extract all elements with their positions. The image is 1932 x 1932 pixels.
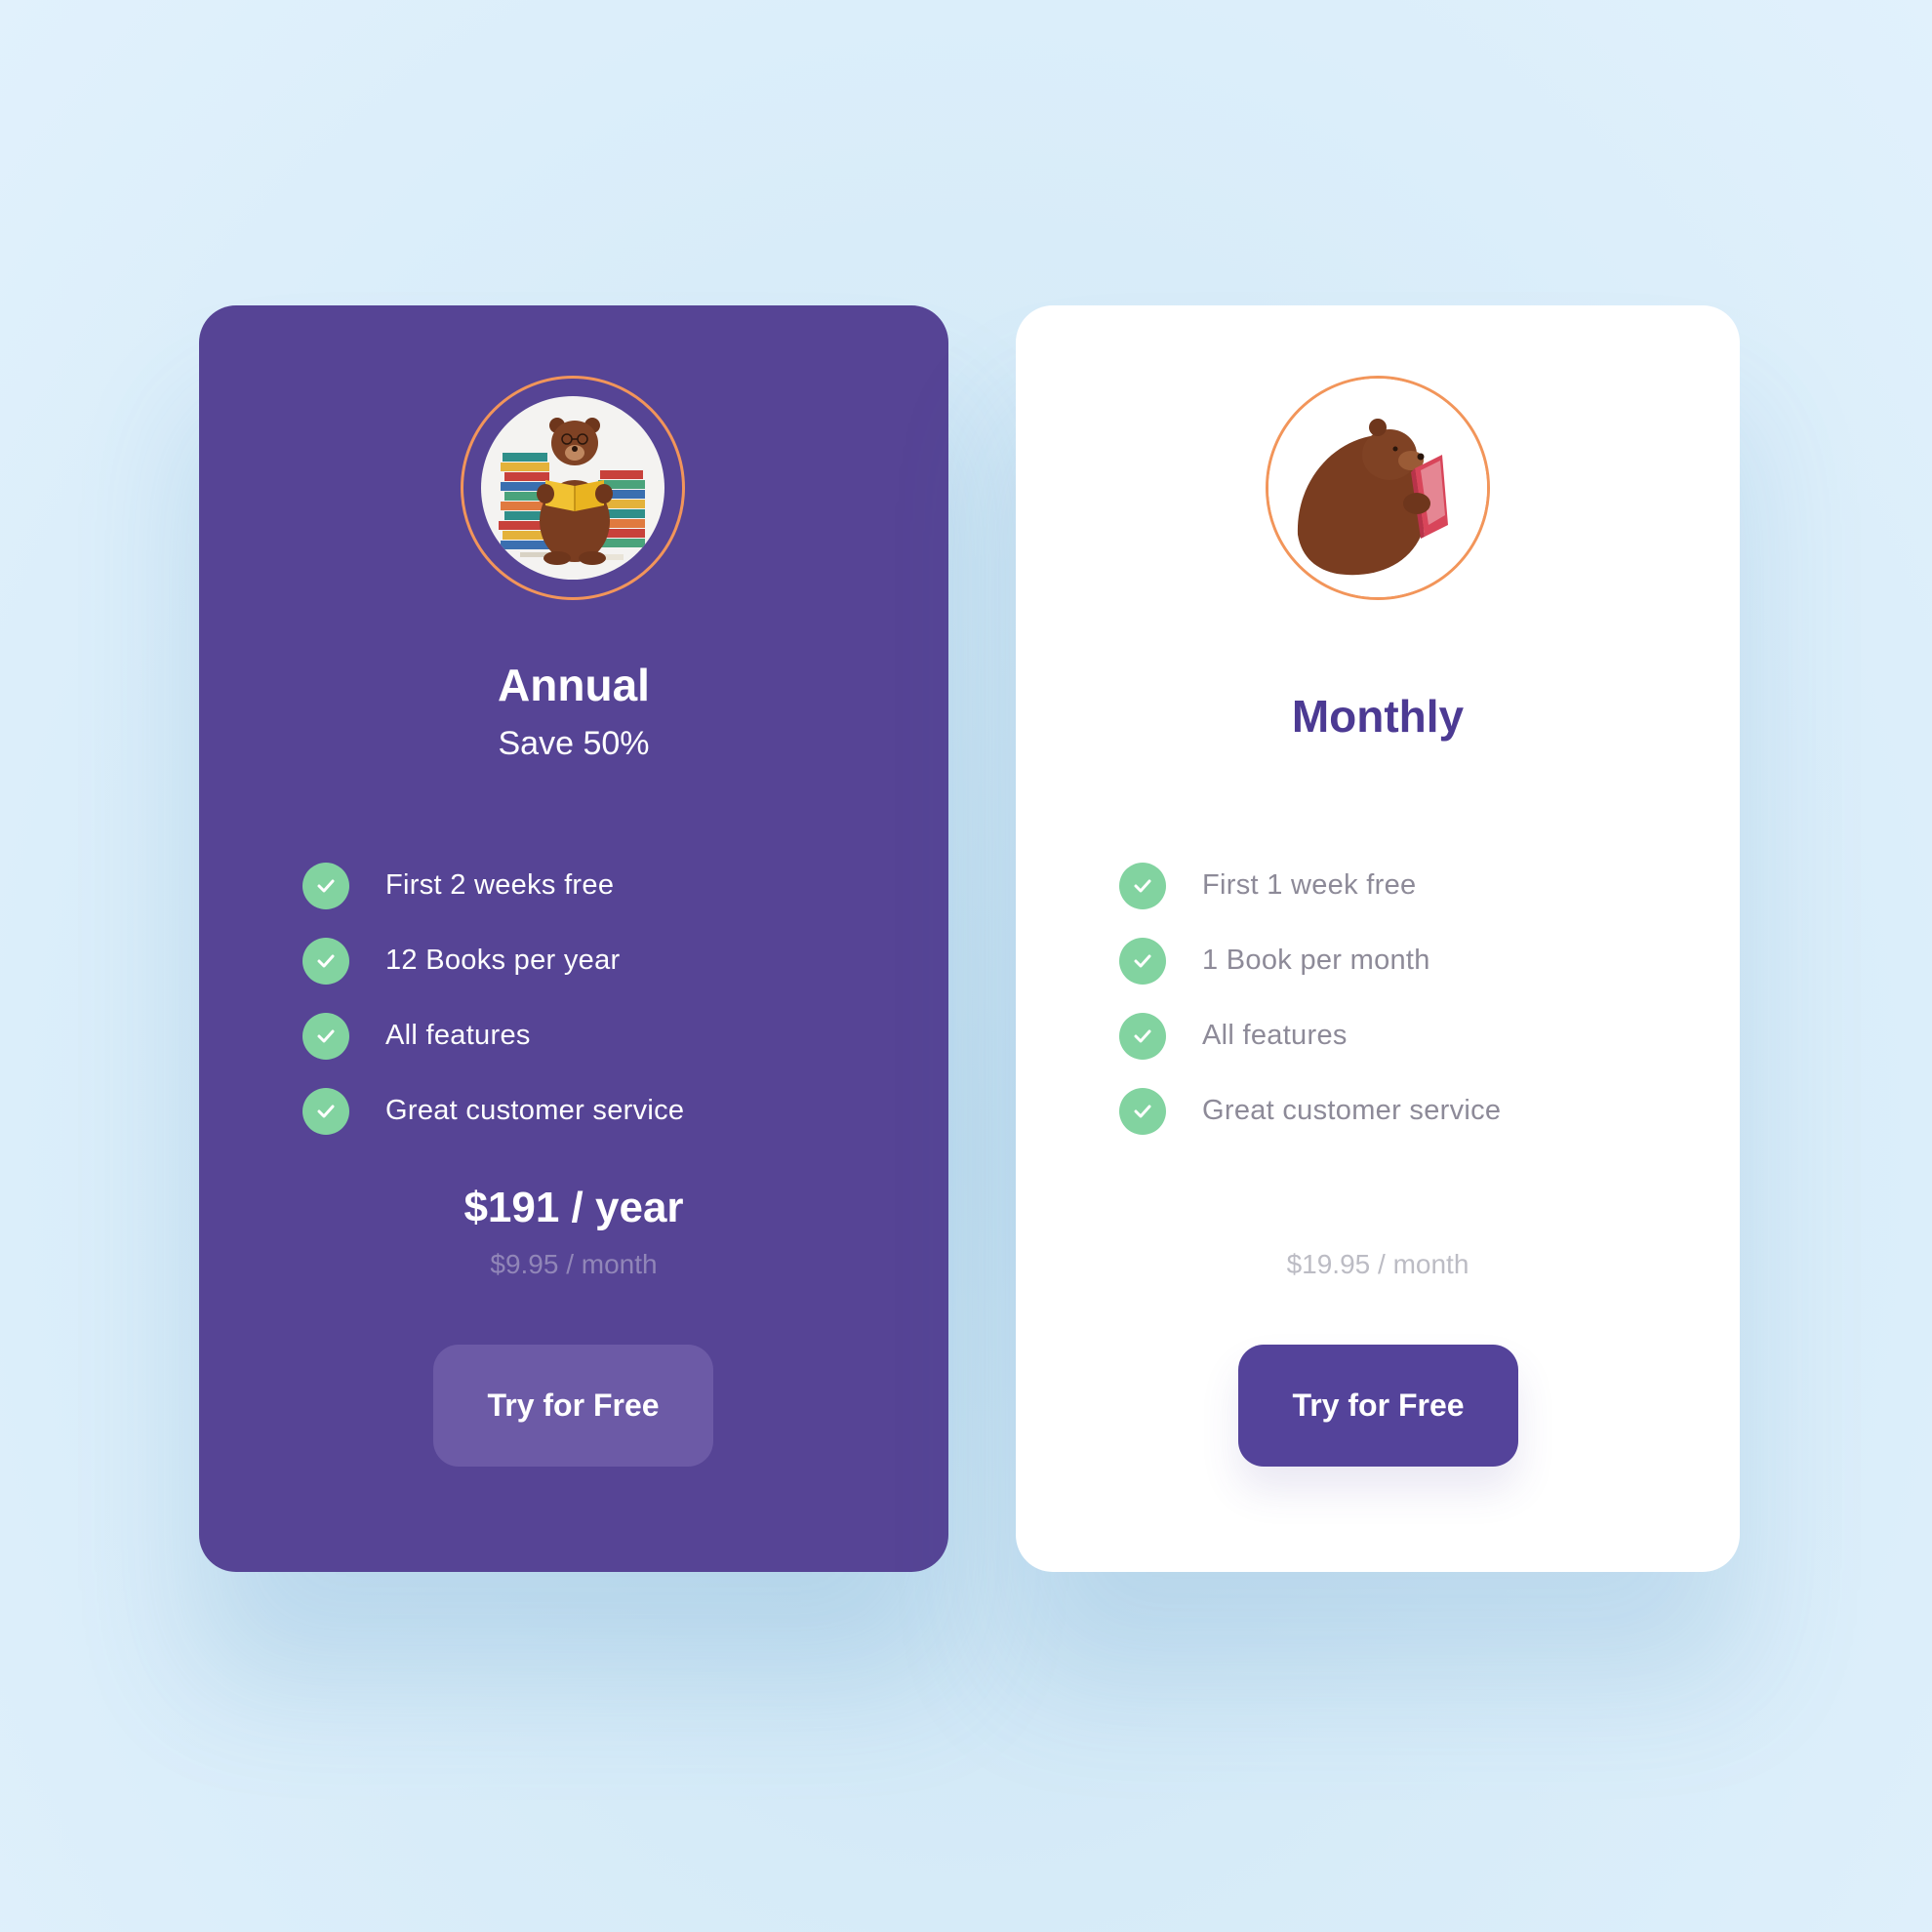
annual-try-for-free-button[interactable]: Try for Free <box>433 1345 713 1467</box>
plan-title: Monthly <box>1291 691 1465 742</box>
feature-item: All features <box>302 998 684 1073</box>
feature-item: Great customer service <box>1119 1073 1501 1148</box>
feature-item: 12 Books per year <box>302 923 684 998</box>
annual-plan-avatar <box>461 376 685 600</box>
plan-savings-label: Save 50% <box>498 725 650 762</box>
check-icon <box>1119 862 1166 909</box>
plan-monthly-price: $19.95 / month <box>1286 1249 1469 1279</box>
plan-monthly-equivalent: $9.95 / month <box>490 1249 658 1279</box>
check-icon <box>302 1087 349 1135</box>
monthly-plan-avatar <box>1266 376 1490 600</box>
bear-reading-icon <box>1268 379 1487 597</box>
monthly-try-for-free-button[interactable]: Try for Free <box>1238 1345 1518 1467</box>
feature-text: All features <box>1202 1020 1348 1051</box>
feature-text: 12 Books per year <box>385 945 621 976</box>
feature-text: First 2 weeks free <box>385 869 615 901</box>
check-icon <box>1119 1012 1166 1060</box>
plan-price: $191 / year <box>463 1184 684 1231</box>
feature-item: 1 Book per month <box>1119 923 1501 998</box>
feature-list: First 1 week free 1 Book per month All f… <box>1119 848 1501 1148</box>
feature-list: First 2 weeks free 12 Books per year All… <box>302 848 684 1148</box>
check-icon <box>1119 1087 1166 1135</box>
feature-item: All features <box>1119 998 1501 1073</box>
feature-text: Great customer service <box>385 1095 685 1126</box>
check-icon <box>1119 937 1166 985</box>
feature-text: 1 Book per month <box>1202 945 1430 976</box>
plan-title: Annual <box>498 660 650 710</box>
feature-item: Great customer service <box>302 1073 684 1148</box>
feature-text: Great customer service <box>1202 1095 1502 1126</box>
feature-item: First 1 week free <box>1119 848 1501 923</box>
feature-item: First 2 weeks free <box>302 848 684 923</box>
check-icon <box>302 862 349 909</box>
check-icon <box>302 1012 349 1060</box>
bear-with-books-icon <box>481 396 664 580</box>
annual-plan-card: Annual Save 50% First 2 weeks free 12 Bo… <box>199 305 948 1572</box>
check-icon <box>302 937 349 985</box>
monthly-plan-card: Monthly First 1 week free 1 Book per mon… <box>1016 305 1740 1572</box>
feature-text: First 1 week free <box>1202 869 1417 901</box>
feature-text: All features <box>385 1020 531 1051</box>
